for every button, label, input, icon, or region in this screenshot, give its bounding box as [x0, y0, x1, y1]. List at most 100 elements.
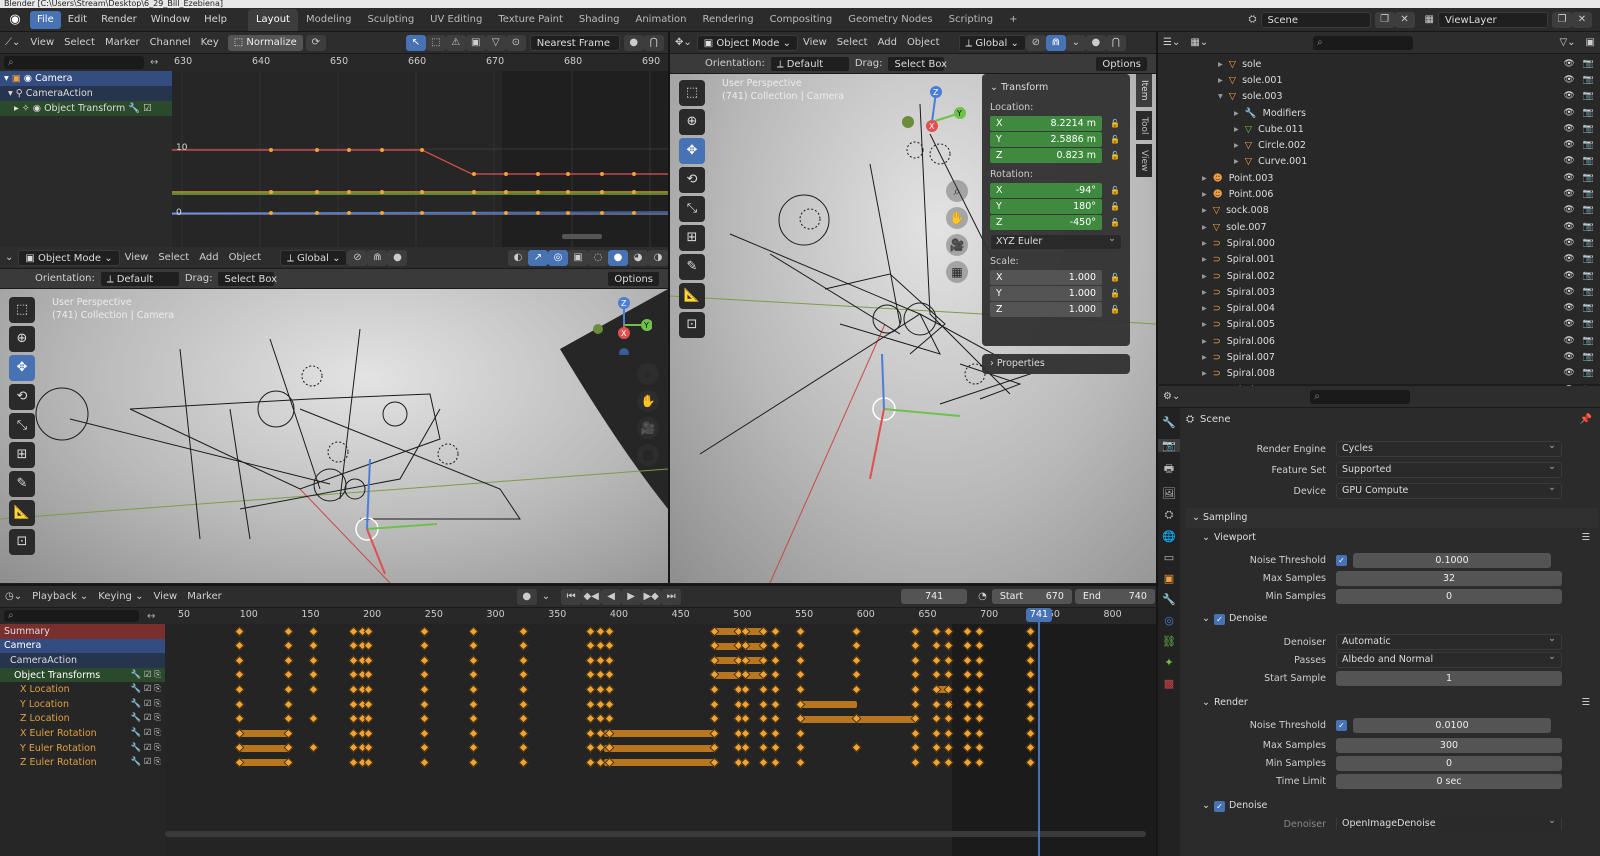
location-z-field[interactable]: Z 0.823 m — [990, 148, 1102, 163]
keyframe[interactable] — [308, 626, 319, 636]
vp1-transform-tool-icon[interactable]: ⊞ — [9, 442, 35, 468]
keyframe[interactable] — [851, 669, 862, 680]
delete-scene-icon[interactable]: ✕ — [1394, 11, 1415, 28]
scene-selector[interactable]: Scene — [1260, 11, 1371, 28]
keyframe[interactable] — [795, 757, 806, 768]
eye-icon[interactable]: 👁 — [1563, 89, 1574, 104]
render-subpanel-header[interactable]: ⌄ Render ☰ — [1186, 693, 1598, 713]
r-max-samples-field[interactable]: 300 — [1336, 737, 1562, 753]
keyframe[interactable] — [771, 669, 781, 680]
location-x-field[interactable]: X 8.2214 m — [990, 116, 1102, 131]
vp2-annotate-tool-icon[interactable]: ✎ — [679, 254, 705, 280]
delete-viewlayer-icon[interactable]: ✕ — [1572, 11, 1592, 28]
r-denoise-checkbox[interactable]: ✓ — [1213, 800, 1225, 812]
vp2-options-dropdown[interactable]: Options — [1095, 55, 1148, 72]
keyframe[interactable] — [740, 728, 751, 739]
dope-channel[interactable]: Y Euler Rotation 🔧 ☑ ⎘ — [0, 740, 165, 756]
graph-menu-select[interactable]: Select — [59, 37, 100, 48]
playhead-line[interactable] — [1038, 608, 1040, 856]
vp2-pivot-icon[interactable]: ⊘ — [1025, 34, 1046, 51]
location-lock-icon[interactable]: 🔓 — [1110, 151, 1120, 160]
keyframe[interactable] — [468, 640, 479, 651]
eye-icon[interactable]: 👁 — [1563, 220, 1574, 235]
graph-channel-camera[interactable]: ▾ ▣ ◉ Camera — [0, 71, 172, 86]
vp1-material-icon[interactable]: ◕ — [628, 249, 648, 266]
keyframe[interactable] — [931, 699, 942, 709]
physics-tab-icon[interactable]: ◎ — [1158, 614, 1180, 627]
dope-channel[interactable]: CameraAction — [0, 653, 165, 668]
keyframe[interactable] — [234, 684, 245, 695]
render-camera-icon[interactable]: 📷 — [1583, 57, 1594, 72]
vp1-mode-dropdown[interactable]: ▣ Object Mode ⌄ — [18, 249, 120, 266]
channel-toggles-icon[interactable]: 🔧 ☑ ⎘ — [131, 726, 161, 741]
overlay-icon[interactable]: ▣ — [465, 34, 486, 51]
keyframe[interactable] — [468, 742, 479, 753]
tab-shading[interactable]: Shading — [571, 9, 628, 31]
tab-layout[interactable]: Layout — [247, 8, 298, 31]
expand-arrow-icon[interactable]: ▸ — [1218, 73, 1223, 88]
play-reverse-icon[interactable]: ◀ — [601, 588, 622, 605]
vp-noise-checkbox[interactable]: ✓ — [1336, 554, 1347, 566]
eye-icon[interactable]: 👁 — [1563, 154, 1574, 169]
vp2-measure-tool-icon[interactable]: 📐 — [679, 283, 705, 309]
add-workspace-button[interactable]: + — [1001, 9, 1025, 31]
keyframe[interactable] — [771, 699, 781, 709]
render-tab-icon[interactable]: 📷 — [1158, 439, 1180, 452]
expand-arrow-icon[interactable]: ▸ — [1202, 334, 1207, 349]
keyframe[interactable] — [740, 684, 751, 695]
keyframe[interactable] — [308, 713, 319, 724]
keyframe[interactable] — [518, 742, 528, 753]
keyframe[interactable] — [931, 757, 942, 768]
new-scene-icon[interactable]: ❐ — [1374, 11, 1395, 28]
vp2-snap-target-icon[interactable]: ⌄ — [1065, 34, 1086, 51]
dope-keyframe-area[interactable] — [165, 624, 1156, 856]
keyframe[interactable] — [518, 757, 528, 768]
vp1-menu-object[interactable]: Object — [224, 252, 267, 263]
prev-key-icon[interactable]: ◆◀ — [581, 588, 602, 605]
vp2-grid-icon[interactable]: ▦ — [946, 261, 968, 283]
graph-editor-type-icon[interactable]: ⟋⌄ — [0, 37, 25, 48]
vp-denoise-header[interactable]: ⌄ ✓ Denoise — [1186, 609, 1598, 629]
keyframe[interactable] — [419, 728, 430, 739]
menu-edit[interactable]: Edit — [61, 11, 94, 29]
keyframe[interactable] — [851, 626, 862, 636]
r-denoise-header[interactable]: ⌄ ✓ Denoise — [1186, 796, 1598, 816]
keyframe[interactable] — [283, 640, 294, 651]
timeline-editor-type-icon[interactable]: ◷⌄ — [0, 591, 27, 602]
rotation-x-field[interactable]: X -94° — [990, 183, 1102, 198]
keyframe[interactable] — [419, 713, 430, 724]
vp1-camera-icon[interactable]: 🎥 — [637, 417, 659, 439]
view-layer-tab-icon[interactable]: 🖼 — [1158, 487, 1180, 500]
start-frame-field[interactable]: Start 670 — [991, 589, 1072, 604]
vp2-nav-gizmo[interactable]: Z Y X — [920, 80, 970, 140]
vp1-solid-icon[interactable]: ● — [608, 249, 628, 266]
keyframe[interactable] — [283, 669, 294, 680]
render-camera-icon[interactable]: 📷 — [1583, 334, 1594, 349]
proportional-icon[interactable]: ● — [623, 34, 644, 51]
keyframe[interactable] — [709, 699, 720, 709]
location-y-field[interactable]: Y 2.5886 m — [990, 132, 1102, 147]
vp1-pan-icon[interactable]: ✋ — [637, 390, 659, 412]
vp1-nav-gizmo[interactable]: Z Y X — [592, 295, 653, 358]
data-tab-icon[interactable]: ✦ — [1158, 656, 1180, 669]
expand-arrow-icon[interactable]: ▸ — [1202, 220, 1207, 235]
vp1-move-tool-icon[interactable]: ✥ — [9, 355, 35, 381]
graph-menu-view[interactable]: View — [25, 37, 59, 48]
render-camera-icon[interactable]: 📷 — [1583, 220, 1594, 235]
scale-lock-icon[interactable]: 🔓 — [1110, 289, 1120, 298]
keyframe[interactable] — [931, 626, 942, 636]
keyframe[interactable] — [518, 669, 528, 680]
vp1-drag-dropdown[interactable]: Select Box — [217, 270, 277, 287]
keyframe[interactable] — [234, 626, 245, 636]
refresh-icon[interactable]: ⟳ — [305, 34, 326, 51]
modifier-tab-icon[interactable]: 🔧 — [1158, 593, 1180, 606]
vp1-select-tool-icon[interactable]: ⬚ — [9, 297, 35, 323]
vp2-select-tool-icon[interactable]: ⬚ — [679, 80, 705, 106]
outliner-item[interactable]: ▸ ⊃ Spiral.001 👁 📷 — [1158, 252, 1600, 268]
keyframe[interactable] — [931, 713, 942, 724]
eye-icon[interactable]: 👁 — [1563, 138, 1574, 153]
location-lock-icon[interactable]: 🔓 — [1110, 119, 1120, 128]
dope-channel[interactable]: X Location 🔧 ☑ ⎘ — [0, 682, 165, 697]
outliner-item[interactable]: ▸ ⊃ Spiral.006 👁 📷 — [1158, 333, 1600, 349]
output-tab-icon[interactable]: 🖶 — [1158, 460, 1180, 479]
